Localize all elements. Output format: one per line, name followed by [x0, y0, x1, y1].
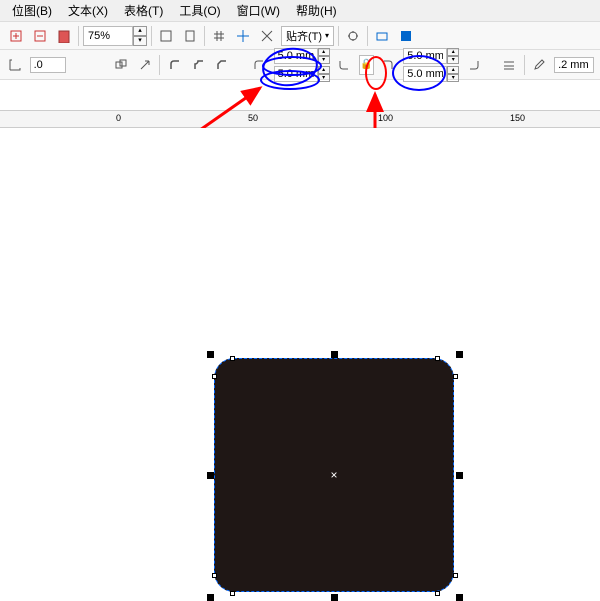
corner-tl-input[interactable] [274, 48, 318, 64]
snap-label: 贴齐(T) [286, 28, 322, 44]
selection-handle[interactable] [456, 472, 463, 479]
selection-handle[interactable] [456, 351, 463, 358]
separator [204, 26, 205, 46]
down-icon[interactable]: ▾ [447, 56, 459, 64]
separator [367, 26, 368, 46]
standard-toolbar: ▴▾ 贴齐(T) [0, 22, 600, 50]
corner-br-icon [465, 55, 483, 75]
corner-radius-handle[interactable] [453, 374, 458, 379]
corner-tl-icon [250, 55, 268, 75]
separator [159, 55, 160, 75]
selection-handle[interactable] [331, 351, 338, 358]
corner-radius-handle[interactable] [212, 573, 217, 578]
zoom-up-icon[interactable]: ▴ [133, 26, 147, 36]
corner-radius-handle[interactable] [230, 591, 235, 596]
down-icon[interactable]: ▾ [318, 56, 330, 64]
pen-icon[interactable] [530, 55, 548, 75]
corner-br-input[interactable] [403, 66, 447, 82]
view-page-icon[interactable] [180, 26, 200, 46]
down-icon[interactable]: ▾ [318, 74, 330, 82]
horizontal-ruler: 0 50 100 150 [0, 110, 600, 128]
separator [338, 26, 339, 46]
corner-scallop-icon[interactable] [190, 55, 208, 75]
dynamic-guides-icon[interactable] [257, 26, 277, 46]
view-full-icon[interactable] [156, 26, 176, 46]
selection-handle[interactable] [207, 472, 214, 479]
export-icon[interactable] [30, 26, 50, 46]
snap-grid-icon[interactable] [209, 26, 229, 46]
corner-radius-handle[interactable] [453, 573, 458, 578]
up-icon[interactable]: ▴ [318, 66, 330, 74]
corner-round-icon[interactable] [166, 55, 184, 75]
corner-bl-icon [336, 55, 354, 75]
center-marker-icon: × [330, 468, 337, 482]
selection-handle[interactable] [331, 594, 338, 601]
corner-tr-icon [380, 55, 398, 75]
corner-radius-handle[interactable] [230, 356, 235, 361]
separator [78, 26, 79, 46]
coord-icon [6, 55, 24, 75]
rounded-rectangle-shape[interactable]: × [214, 358, 454, 592]
menu-tools[interactable]: 工具(O) [171, 2, 228, 19]
lock-corners-button[interactable]: 🔒 [359, 55, 373, 75]
outline-width-icon[interactable] [500, 55, 518, 75]
menu-window[interactable]: 窗口(W) [229, 2, 288, 19]
up-icon[interactable]: ▴ [447, 48, 459, 56]
corner-radius-handle[interactable] [212, 374, 217, 379]
selection-handle[interactable] [207, 351, 214, 358]
ruler-tick: 50 [248, 113, 258, 123]
ruler-tick: 150 [510, 113, 525, 123]
corner-chamfer-icon[interactable] [213, 55, 231, 75]
x-input[interactable] [30, 57, 66, 73]
lock-icon: 🔒 [360, 59, 372, 70]
pdf-icon[interactable] [54, 26, 74, 46]
ruler-tick: 100 [378, 113, 393, 123]
selection-bounds: × [210, 354, 460, 598]
size-icon[interactable] [112, 55, 130, 75]
separator [524, 55, 525, 75]
app-icon[interactable] [396, 26, 416, 46]
canvas-area[interactable]: × [0, 128, 600, 500]
snap-dropdown[interactable]: 贴齐(T) [281, 26, 334, 46]
up-icon[interactable]: ▴ [318, 48, 330, 56]
zoom-input[interactable] [83, 26, 133, 46]
selection-handle[interactable] [207, 594, 214, 601]
zoom-control[interactable]: ▴▾ [83, 26, 147, 46]
guides-icon[interactable] [233, 26, 253, 46]
scale-icon[interactable] [136, 55, 154, 75]
menu-table[interactable]: 表格(T) [116, 2, 171, 19]
corner-bl-input[interactable] [274, 66, 318, 82]
launcher-icon[interactable] [372, 26, 392, 46]
menu-bitmap[interactable]: 位图(B) [4, 2, 60, 19]
corner-radius-handle[interactable] [435, 591, 440, 596]
import-icon[interactable] [6, 26, 26, 46]
separator [151, 26, 152, 46]
menu-text[interactable]: 文本(X) [60, 2, 116, 19]
corner-tr-input[interactable] [403, 48, 447, 64]
outline-input[interactable] [554, 57, 594, 73]
selection-handle[interactable] [456, 594, 463, 601]
options-icon[interactable] [343, 26, 363, 46]
zoom-down-icon[interactable]: ▾ [133, 36, 147, 46]
up-icon[interactable]: ▴ [447, 66, 459, 74]
x-position-field[interactable] [30, 57, 66, 73]
ruler-tick: 0 [116, 113, 121, 123]
menu-bar: 位图(B) 文本(X) 表格(T) 工具(O) 窗口(W) 帮助(H) [0, 0, 600, 22]
corner-radius-handle[interactable] [435, 356, 440, 361]
down-icon[interactable]: ▾ [447, 74, 459, 82]
menu-help[interactable]: 帮助(H) [288, 2, 345, 19]
property-bar: ▴▾ ▴▾ 🔒 ▴▾ ▴▾ [0, 50, 600, 80]
